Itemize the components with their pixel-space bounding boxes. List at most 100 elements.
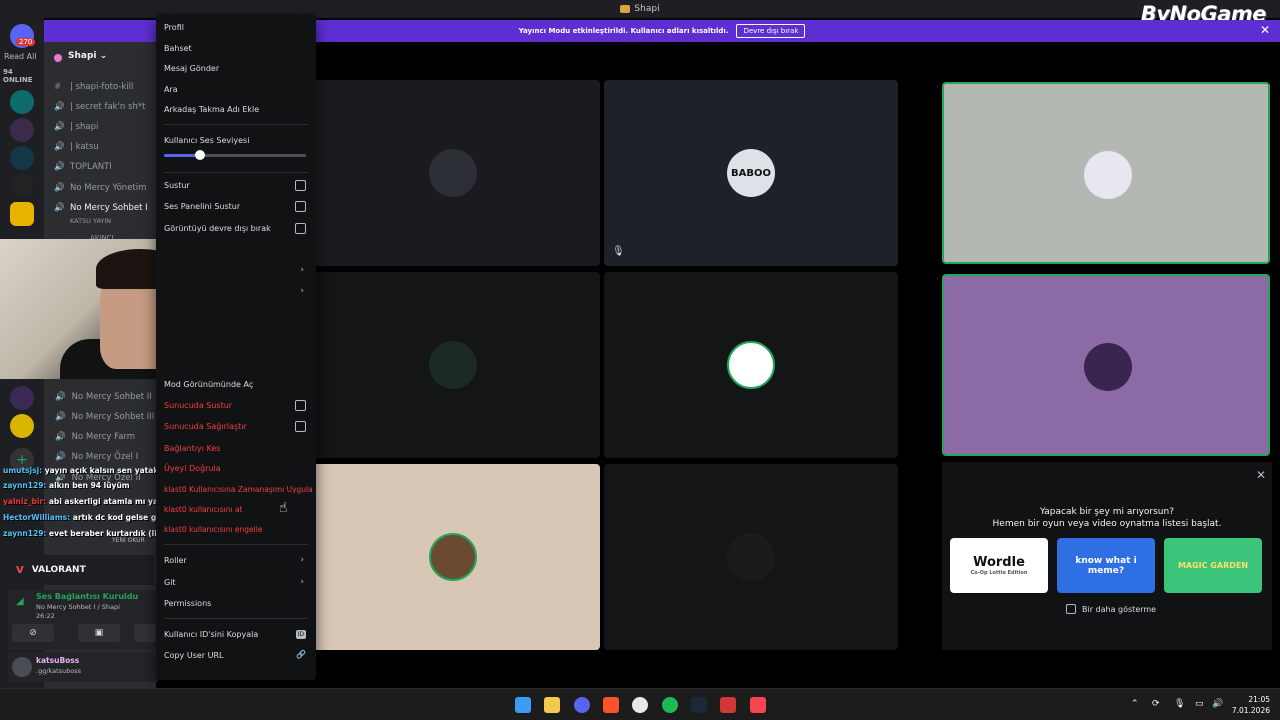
server-icon[interactable] <box>10 386 34 410</box>
server-icon-shapi[interactable] <box>10 202 34 226</box>
file-explorer-icon[interactable] <box>544 697 560 713</box>
menu-item-verify-member[interactable]: Üyeyi Doğrula <box>164 464 221 473</box>
channel-item[interactable]: 🔊 | shapi <box>54 122 98 132</box>
video-tile[interactable]: BABOO 🎙 <box>604 80 898 266</box>
menu-item-copy-url[interactable]: Copy User URL <box>164 651 223 660</box>
video-tile[interactable] <box>306 80 600 266</box>
menu-item-copy-id[interactable]: Kullanıcı ID'sini Kopyala <box>164 630 258 639</box>
game-card-magic-garden[interactable]: MAGIC GARDEN <box>1164 538 1262 593</box>
chevron-right-icon[interactable]: › <box>300 577 304 587</box>
brave-icon[interactable] <box>603 697 619 713</box>
obs-icon[interactable] <box>632 697 648 713</box>
menu-item-mention[interactable]: Bahset <box>164 44 192 53</box>
speaker-icon: 🔊 <box>55 412 66 422</box>
channel-item[interactable]: 🔊 | secret fak'n sh*t <box>54 102 145 112</box>
discord-icon[interactable] <box>574 697 590 713</box>
channel-item[interactable]: 🔊 TOPLANTI <box>54 162 112 172</box>
video-tile[interactable] <box>306 272 600 458</box>
channel-item[interactable]: # | shapi-foto-kill <box>54 82 133 92</box>
channel-item[interactable]: 🔊 No Mercy Sohbet II <box>55 392 152 402</box>
avatar <box>1084 343 1132 391</box>
menu-item-kick[interactable]: klast0 kullanıcısını at <box>164 505 242 514</box>
volume-icon[interactable]: 🔊 <box>1212 699 1223 709</box>
menu-item-call[interactable]: Ara <box>164 85 178 94</box>
hashtag-icon: # <box>54 82 62 92</box>
menu-item-mod-view[interactable]: Mod Görünümünde Aç <box>164 380 253 389</box>
soundboard-mute-checkbox[interactable] <box>295 201 306 212</box>
server-icon[interactable] <box>10 118 34 142</box>
menu-item-message[interactable]: Mesaj Gönder <box>164 64 219 73</box>
menu-item-server-deafen[interactable]: Sunucuda Sağırlaştır <box>164 422 247 431</box>
menu-item-permissions[interactable]: Permissions <box>164 599 211 608</box>
valorant-icon[interactable] <box>750 697 766 713</box>
voice-channel[interactable]: No Mercy Sohbet I / Shapi <box>36 603 120 611</box>
server-deafen-checkbox[interactable] <box>295 421 306 432</box>
channel-item[interactable]: 🔊 No Mercy Özel I <box>55 452 138 462</box>
menu-item-git[interactable]: Git <box>164 578 176 587</box>
screen-share-button[interactable]: ▣ <box>78 624 120 642</box>
server-icon[interactable] <box>10 414 34 438</box>
channel-item-active[interactable]: 🔊 No Mercy Sohbet I <box>54 203 148 213</box>
slider-handle[interactable] <box>194 150 205 160</box>
chat-tag: YENİ OKUR <box>112 537 145 544</box>
dont-show-again-checkbox[interactable]: Bir daha gösterme <box>1066 604 1156 614</box>
video-tile-speaking[interactable] <box>942 274 1270 456</box>
chevron-up-icon[interactable]: ⌃ <box>1131 699 1139 709</box>
server-icon[interactable] <box>10 146 34 170</box>
microphone-icon[interactable]: 🎙 <box>1174 699 1185 709</box>
activity-suggestion-panel: ✕ Yapacak bir şey mi arıyorsun? Hemen bi… <box>942 462 1272 650</box>
channel-item[interactable]: 🔊 | katsu <box>54 142 99 152</box>
windows-taskbar: ⌃ ⟳ 🎙 ▭ 🔊 21:05 7.01.2026 <box>0 688 1280 720</box>
menu-item-add-nickname[interactable]: Arkadaş Takma Adı Ekle <box>164 105 259 114</box>
channel-item[interactable]: 🔊 No Mercy Sohbet III <box>55 412 154 422</box>
menu-item-mute-soundboard[interactable]: Ses Panelini Sustur <box>164 202 240 211</box>
system-clock[interactable]: 21:05 7.01.2026 <box>1232 694 1270 716</box>
disable-streamer-mode-button[interactable]: Devre dışı bırak <box>736 24 806 38</box>
camera-off-button[interactable]: ⊘ <box>12 624 54 642</box>
game-card-meme[interactable]: know what i meme? <box>1057 538 1155 593</box>
video-tile-speaking[interactable] <box>942 82 1270 264</box>
server-icon[interactable] <box>10 174 34 198</box>
spotify-icon[interactable] <box>662 697 678 713</box>
server-mute-checkbox[interactable] <box>295 400 306 411</box>
game-card-wordle[interactable]: Wordle Co-Op Lottie Edition <box>950 538 1048 593</box>
menu-item-disable-video[interactable]: Görüntüyü devre dışı bırak <box>164 224 271 233</box>
avatar <box>429 341 477 389</box>
voice-status[interactable]: Ses Bağlantısı Kuruldu <box>36 592 138 601</box>
video-tile[interactable] <box>604 272 898 458</box>
activity-button[interactable] <box>134 624 156 642</box>
mute-checkbox[interactable] <box>295 180 306 191</box>
menu-item-roles[interactable]: Roller <box>164 556 187 565</box>
menu-item-profile[interactable]: Profil <box>164 23 184 32</box>
close-icon[interactable]: ✕ <box>1256 468 1266 482</box>
windows-start-icon[interactable] <box>515 697 531 713</box>
read-all-button[interactable]: Read All <box>4 52 37 61</box>
avatar <box>429 149 477 197</box>
game-activity-panel[interactable]: V VALORANT <box>8 555 154 585</box>
chevron-right-icon[interactable]: › <box>300 286 304 296</box>
channel-item[interactable]: 🔊 No Mercy Farm <box>55 432 135 442</box>
avatar[interactable] <box>12 657 32 677</box>
steam-icon[interactable] <box>691 697 707 713</box>
channel-item[interactable]: 🔊 No Mercy Yönetim <box>54 183 146 193</box>
video-tile[interactable] <box>604 464 898 650</box>
menu-item-mute[interactable]: Sustur <box>164 181 190 190</box>
video-tile[interactable] <box>306 464 600 650</box>
user-volume-slider[interactable] <box>164 150 306 160</box>
refresh-icon[interactable]: ⟳ <box>1152 699 1160 709</box>
chevron-right-icon[interactable]: › <box>300 265 304 275</box>
menu-item-ban[interactable]: klast0 kullanıcısını engelle <box>164 525 262 534</box>
menu-item-server-mute[interactable]: Sunucuda Sustur <box>164 401 232 410</box>
username[interactable]: katsuBoss <box>36 656 79 665</box>
menu-item-timeout[interactable]: klast0 Kullanıcısına Zamanaşımı Uygula <box>164 485 313 494</box>
chevron-right-icon[interactable]: › <box>300 555 304 565</box>
menu-item-disconnect[interactable]: Bağlantıyı Kes <box>164 444 220 453</box>
disable-video-checkbox[interactable] <box>295 223 306 234</box>
server-icon[interactable] <box>10 90 34 114</box>
speaker-icon: 🔊 <box>55 392 66 402</box>
server-name[interactable]: Shapi ⌄ <box>68 51 107 61</box>
app-icon[interactable] <box>720 697 736 713</box>
network-icon[interactable]: ▭ <box>1195 699 1204 709</box>
close-icon[interactable]: ✕ <box>1260 23 1270 37</box>
speaker-icon: 🔊 <box>55 452 66 462</box>
